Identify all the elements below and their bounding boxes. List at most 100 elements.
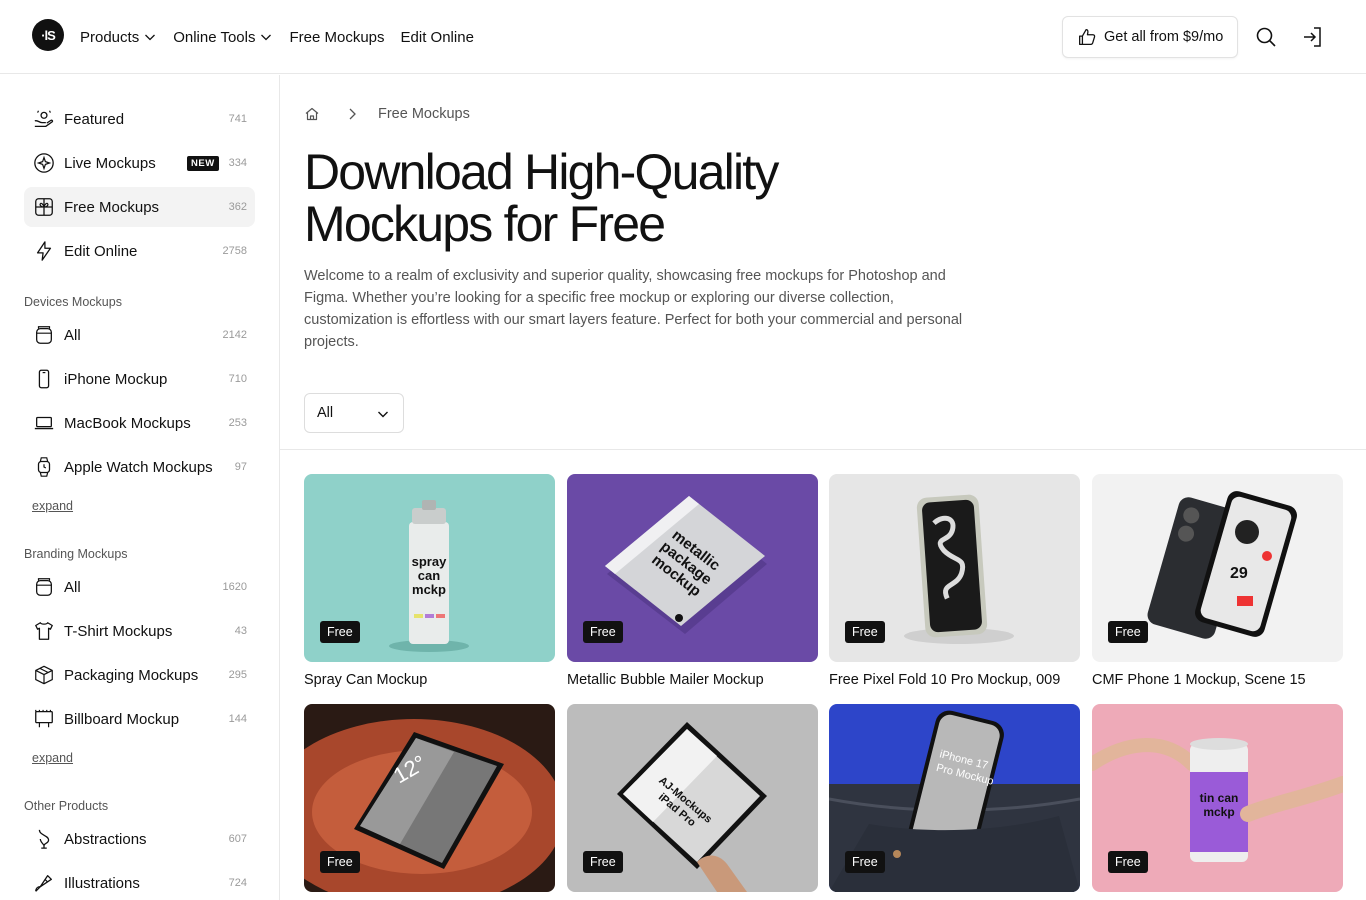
mockup-card[interactable]: iPhone 17 Pro Mockup Free [829,704,1080,892]
mockup-card[interactable]: AJ-Mockups iPad Pro Free [567,704,818,892]
nav-free-mockups-label: Free Mockups [289,28,385,46]
mockup-card[interactable]: Free Free Pixel Fold 10 Pro Mockup, 009 [829,474,1080,688]
free-badge: Free [1108,621,1148,643]
spray-can-label-line: spray [412,554,447,569]
sidebar-item-apple-watch[interactable]: Apple Watch Mockups 97 [24,447,255,487]
page-description: Welcome to a realm of exclusivity and su… [304,268,963,350]
sidebar-item-count: 144 [228,713,247,725]
sidebar-item-label: Abstractions [64,830,147,848]
top-header: ·lS Products Online Tools Free Mockups E… [0,0,1366,74]
filter-select[interactable]: All [304,393,404,433]
sidebar-item-tshirt[interactable]: T-Shirt Mockups 43 [24,611,255,651]
sidebar-section-title: Other Products [24,799,109,813]
card-title[interactable]: Metallic Bubble Mailer Mockup [567,672,818,688]
sidebar-item-free-mockups[interactable]: Free Mockups 362 [24,187,255,227]
mockup-card[interactable]: 29 Free CMF Phone 1 Mockup, Scene 15 [1092,474,1343,688]
billboard-icon [32,707,56,731]
mockup-card[interactable]: spray can mckp Free Spray Can Mockup [304,474,555,688]
mockup-thumbnail[interactable]: metallic package mockup Free [567,474,818,662]
search-icon[interactable] [1254,25,1278,49]
main-nav: Products Online Tools Free Mockups Edit … [80,0,474,74]
sidebar-item-count: 607 [228,833,247,845]
page-title: Download High-Quality Mockups for Free [304,144,779,252]
sidebar-item-label: Illustrations [64,874,140,892]
mockup-card[interactable]: metallic package mockup Free Metallic Bu… [567,474,818,688]
all-icon [32,323,56,347]
mockup-thumbnail[interactable]: Free [829,474,1080,662]
sidebar-item-featured[interactable]: Featured 741 [24,99,255,139]
sidebar-item-count: 1620 [222,581,247,593]
sidebar-item-label: Featured [64,110,125,128]
sidebar-item-label: iPhone Mockup [64,370,168,388]
sidebar-item-packaging[interactable]: Packaging Mockups 295 [24,655,255,695]
sidebar-item-count: 97 [234,461,247,473]
home-icon[interactable] [304,106,320,122]
sidebar-item-count: 334 [228,157,247,169]
spray-can-label-line: can [418,568,440,583]
nav-edit-online[interactable]: Edit Online [401,29,474,46]
sidebar-item-live-mockups[interactable]: Live Mockups NEW 334 [24,143,255,183]
sidebar-item-label: Billboard Mockup [64,710,180,728]
tin-label-line: mckp [1203,805,1234,819]
sidebar-section-title: Branding Mockups [24,547,128,561]
nav-products[interactable]: Products [80,29,157,46]
sidebar-item-label: Packaging Mockups [64,666,199,684]
phone-icon [32,367,56,391]
sidebar-item-edit-online[interactable]: Edit Online 2758 [24,231,255,271]
mockup-card[interactable]: tin can mckp Free [1092,704,1343,892]
pricing-cta-button[interactable]: Get all from $9/mo [1062,16,1238,58]
sidebar-item-billboard[interactable]: Billboard Mockup 144 [24,699,255,739]
site-logo[interactable]: ·lS [32,19,64,51]
sidebar-item-label: Apple Watch Mockups [64,458,213,476]
free-badge: Free [583,621,623,643]
featured-icon [32,107,56,131]
sidebar-item-label: MacBook Mockups [64,414,191,432]
sign-in-icon[interactable] [1301,25,1325,49]
sidebar-item-label: All [64,326,81,344]
cmf-clock-text: 29 [1230,565,1248,582]
sidebar-item-label: All [64,578,81,596]
mockup-thumbnail[interactable]: 12° Free [304,704,555,892]
free-badge: Free [1108,851,1148,873]
free-badge: Free [845,851,885,873]
sidebar-item-count: 710 [228,373,247,385]
sidebar-item-illustrations[interactable]: Illustrations 724 [24,863,255,900]
free-badge: Free [845,621,885,643]
nav-free-mockups[interactable]: Free Mockups [289,29,384,46]
mockup-thumbnail[interactable]: AJ-Mockups iPad Pro Free [567,704,818,892]
category-sidebar: Featured 741 Live Mockups NEW 334 Free M… [0,75,280,900]
free-badge: Free [583,851,623,873]
card-title[interactable]: Free Pixel Fold 10 Pro Mockup, 009 [829,672,1080,688]
sidebar-item-abstractions[interactable]: Abstractions 607 [24,819,255,859]
new-badge: NEW [187,156,219,171]
sidebar-item-label: Edit Online [64,242,138,260]
expand-branding-link[interactable]: expand [32,751,73,765]
sidebar-item-macbook[interactable]: MacBook Mockups 253 [24,403,255,443]
abstraction-icon [32,827,56,851]
sidebar-item-count: 2758 [222,245,247,257]
expand-devices-link[interactable]: expand [32,499,73,513]
chevron-down-icon [261,34,272,41]
sidebar-item-count: 295 [228,669,247,681]
chevron-right-icon [349,108,356,120]
sidebar-section-title: Devices Mockups [24,295,122,309]
card-title[interactable]: CMF Phone 1 Mockup, Scene 15 [1092,672,1343,688]
illustration-icon [32,871,56,895]
nav-edit-online-label: Edit Online [400,28,474,46]
mockup-thumbnail[interactable]: iPhone 17 Pro Mockup Free [829,704,1080,892]
filter-selected-value: All [317,405,334,421]
mockup-thumbnail[interactable]: spray can mckp Free [304,474,555,662]
card-title[interactable]: Spray Can Mockup [304,672,555,688]
sidebar-item-iphone[interactable]: iPhone Mockup 710 [24,359,255,399]
sidebar-item-devices-all[interactable]: All 2142 [24,315,255,355]
mockup-thumbnail[interactable]: tin can mckp Free [1092,704,1343,892]
mockup-card[interactable]: 12° Free [304,704,555,892]
watch-icon [32,455,56,479]
sidebar-item-count: 43 [234,625,247,637]
laptop-icon [32,411,56,435]
sidebar-item-count: 362 [228,201,247,213]
nav-online-tools[interactable]: Online Tools [173,29,273,46]
sidebar-item-branding-all[interactable]: All 1620 [24,567,255,607]
tin-label-line: tin can [1200,791,1239,805]
mockup-thumbnail[interactable]: 29 Free [1092,474,1343,662]
